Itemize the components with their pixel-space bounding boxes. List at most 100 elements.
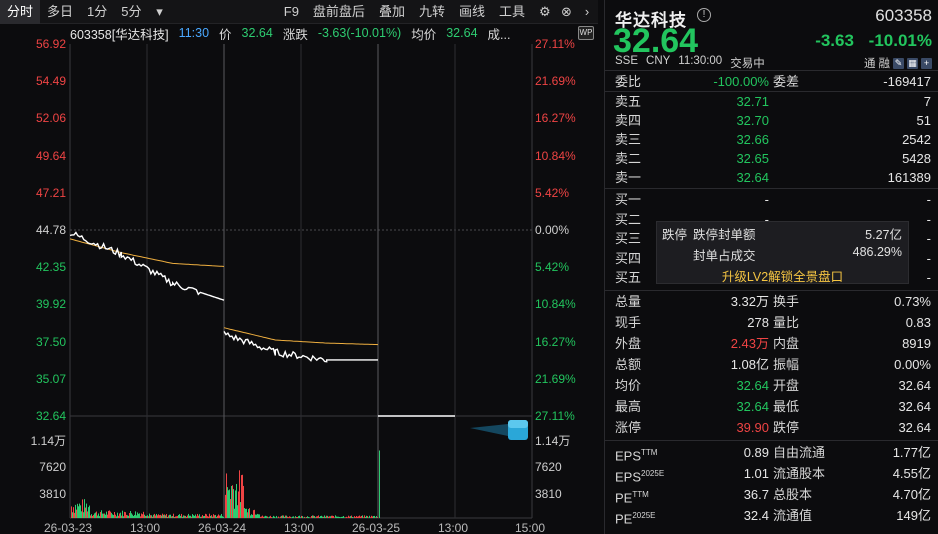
volume-bar <box>309 517 310 518</box>
sell-level-row[interactable]: 卖五 32.71 7 <box>605 92 938 111</box>
volume-bar <box>296 516 297 518</box>
tab-multi-day[interactable]: 多日 <box>40 0 80 24</box>
sell-level-row[interactable]: 卖一 32.64 161389 <box>605 168 938 187</box>
volume-bar <box>311 515 312 518</box>
menu-arrow-icon[interactable]: ▾ <box>149 0 171 24</box>
overlay-button[interactable]: 叠加 <box>372 0 412 24</box>
volume-bar <box>372 516 373 518</box>
volume-bar <box>333 516 334 518</box>
tab-1min[interactable]: 1分 <box>80 0 114 24</box>
volume-bar <box>171 516 172 518</box>
gear-icon[interactable]: ⚙ <box>532 0 554 24</box>
buy-level-row[interactable]: 买一 - - <box>605 190 938 209</box>
upgrade-link[interactable]: 升级LV2解锁全景盘口 <box>657 266 908 285</box>
volume-bar <box>299 515 300 518</box>
level-label: 卖五 <box>615 94 642 109</box>
sell-level-row[interactable]: 卖二 32.65 5428 <box>605 149 938 168</box>
volume-bars <box>71 450 380 518</box>
volume-bar <box>243 485 244 518</box>
volume-bar <box>279 517 280 518</box>
volume-bar <box>256 514 257 518</box>
level-label: 买一 <box>615 192 642 207</box>
volume-bar <box>189 515 190 518</box>
volume-bar <box>81 511 82 518</box>
fin-label: 流通股本 <box>773 466 826 481</box>
time-axis-label: 15:00 <box>515 521 546 534</box>
tab-intraday[interactable]: 分时 <box>0 0 41 24</box>
ratio-label: 封单占成交 <box>693 249 756 263</box>
draw-line-button[interactable]: 画线 <box>452 0 492 24</box>
volume-bar <box>206 514 207 518</box>
level-volume: - <box>926 250 931 266</box>
volume-bar <box>165 515 166 518</box>
volume-bar <box>293 516 294 518</box>
volume-bar <box>360 516 361 518</box>
intraday-chart[interactable] <box>0 24 598 534</box>
volume-bar <box>244 507 245 518</box>
volume-bar <box>286 515 287 518</box>
volume-bar <box>90 515 91 518</box>
volume-bar <box>193 515 194 518</box>
volume-bar <box>246 508 247 518</box>
volume-bar <box>365 516 366 518</box>
percent-axis-label: 21.69% <box>535 74 576 89</box>
edit-icon[interactable]: ✎ <box>893 57 904 69</box>
volume-bar <box>346 516 347 518</box>
volume-bar <box>179 514 180 518</box>
stat-value: 2.43万 <box>730 336 769 351</box>
volume-bar <box>368 517 369 518</box>
level-volume: 7 <box>923 94 931 109</box>
volume-bar <box>289 516 290 518</box>
volume-bar <box>123 516 124 518</box>
grid-icon[interactable]: ▦ <box>907 57 918 69</box>
time-axis-label: 26-03-23 <box>44 521 93 534</box>
volume-bar <box>216 516 217 518</box>
volume-bar <box>379 450 380 518</box>
volume-bar <box>96 511 97 518</box>
volume-bar <box>115 514 116 518</box>
volume-bar <box>144 514 145 518</box>
volume-bar <box>111 512 112 518</box>
volume-bar <box>300 517 301 518</box>
add-icon[interactable]: + <box>921 57 932 69</box>
stat-label: 振幅 <box>773 357 800 372</box>
sell-level-row[interactable]: 卖三 32.66 2542 <box>605 130 938 149</box>
volume-bar <box>116 516 117 518</box>
volume-bar <box>336 516 337 518</box>
volume-bar <box>127 515 128 518</box>
volume-bar <box>108 510 109 518</box>
chart-grid <box>69 44 533 519</box>
tab-5min[interactable]: 5分 <box>114 0 148 24</box>
fin-label-sup: TTM <box>632 490 649 499</box>
stat-label: 内盘 <box>773 336 800 351</box>
f9-button[interactable]: F9 <box>277 0 306 24</box>
volume-bar <box>154 513 155 518</box>
volume-bar <box>130 511 131 518</box>
nine-turn-button[interactable]: 九转 <box>412 0 452 24</box>
volume-bar <box>77 503 78 518</box>
tools-button[interactable]: 工具 <box>492 0 532 24</box>
volume-bar <box>99 516 100 518</box>
close-icon[interactable]: ⊗ <box>554 0 576 24</box>
volume-bar <box>305 517 306 518</box>
fin-label-main: PE <box>615 511 633 527</box>
chevron-right-icon[interactable]: › <box>576 0 598 24</box>
volume-bar <box>342 516 343 518</box>
volume-bar <box>312 515 313 518</box>
volume-bar <box>140 516 141 518</box>
volume-bar <box>274 516 275 518</box>
volume-bar <box>370 517 371 518</box>
premarket-button[interactable]: 盘前盘后 <box>306 0 372 24</box>
volume-bar <box>297 516 298 518</box>
volume-bar <box>208 516 209 518</box>
price-axis-label: 32.64 <box>35 409 66 423</box>
limit-flag-icon <box>470 420 528 440</box>
volume-bar <box>160 514 161 518</box>
sell-level-row[interactable]: 卖四 32.70 51 <box>605 111 938 130</box>
volume-bar <box>353 517 354 518</box>
currency: CNY <box>646 55 671 67</box>
weicha-value: -169417 <box>883 74 931 89</box>
volume-bar <box>339 516 340 518</box>
info-icon[interactable]: ! <box>697 8 711 22</box>
stat-label: 均价 <box>615 378 642 393</box>
